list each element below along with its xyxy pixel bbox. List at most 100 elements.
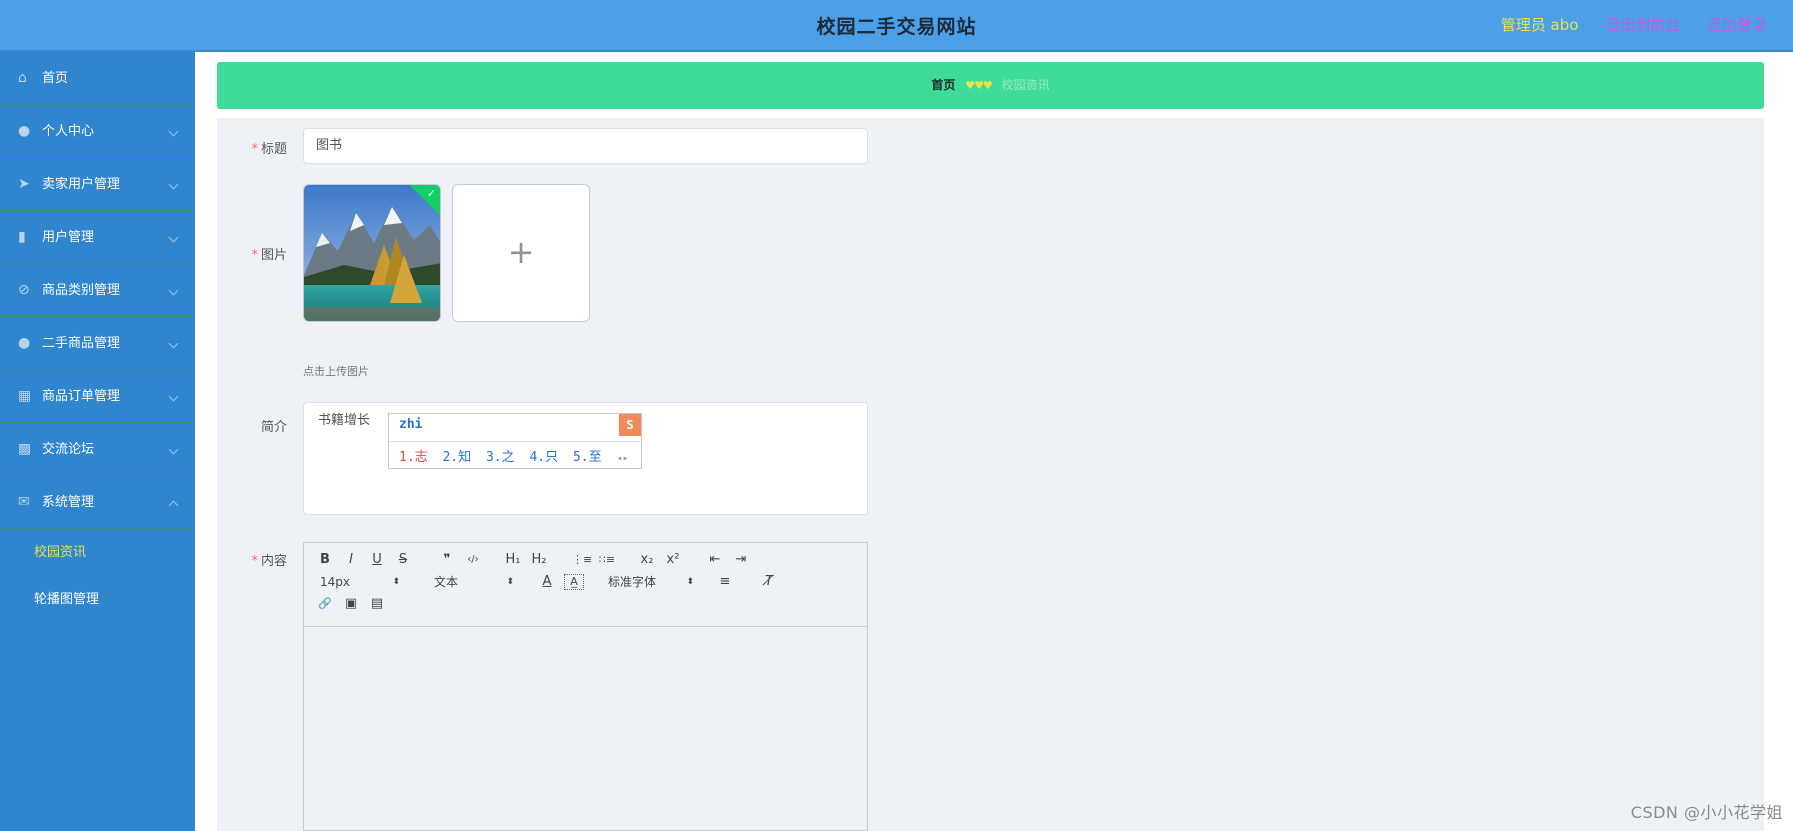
blockquote-button[interactable]: ❞: [438, 549, 456, 571]
sidebar-item-orders[interactable]: ▦ 商品订单管理: [0, 370, 195, 423]
toolbar-row: B I U S ❞ ‹/› H₁ H₂ ⋮≡ ∷≡ x₂ x² ⇤ ⇥: [314, 549, 857, 571]
required-mark: *: [251, 248, 258, 263]
link-button[interactable]: 🔗: [316, 593, 334, 615]
font-size-select[interactable]: 14px ⬍: [320, 571, 400, 593]
chevron-down-icon: [168, 444, 179, 455]
outdent-button[interactable]: ⇤: [706, 549, 724, 571]
bar-chart-icon: ▮: [18, 229, 26, 245]
user-icon: ●: [18, 335, 31, 351]
sidebar-item-system[interactable]: ✉ 系统管理: [0, 476, 195, 529]
chevron-up-icon: [168, 500, 179, 511]
editor-toolbar: B I U S ❞ ‹/› H₁ H₂ ⋮≡ ∷≡ x₂ x² ⇤ ⇥ 14px…: [304, 543, 867, 627]
apps-icon: ▩: [18, 441, 32, 457]
sidebar-item-label: 商品订单管理: [42, 389, 121, 404]
breadcrumb-home[interactable]: 首页: [931, 78, 955, 92]
sogou-logo-icon: S: [619, 414, 641, 436]
sidebar-item-label: 用户管理: [42, 230, 95, 245]
sidebar-subitem-campus-news[interactable]: 校园资讯: [0, 529, 195, 576]
sidebar-item-personal-center[interactable]: ● 个人中心: [0, 105, 195, 158]
ime-candidate[interactable]: 3.之: [486, 450, 515, 465]
sidebar-item-label: 首页: [42, 71, 69, 86]
sidebar-item-label: 交流论坛: [42, 442, 95, 457]
sidebar: ⌂ 首页 ● 个人中心 ➤ 卖家用户管理 ▮ 用户管理 ⊘ 商品类别管理 ● 二…: [0, 52, 195, 831]
csdn-watermark: CSDN @小小花学姐: [1630, 803, 1783, 822]
chevron-down-icon: [168, 391, 179, 402]
chevron-down-icon: [168, 232, 179, 243]
admin-username: 管理员 abo: [1500, 16, 1579, 34]
italic-button[interactable]: I: [342, 549, 360, 571]
ime-candidate-window: zhi S 1.志 2.知 3.之 4.只 5.至 ◂▸: [388, 413, 642, 469]
select-arrow-icon: ⬍: [506, 577, 514, 587]
sidebar-item-label: 卖家用户管理: [42, 177, 121, 192]
ime-page-arrows-icon[interactable]: ◂▸: [616, 453, 628, 464]
block-format-select[interactable]: 文本 ⬍: [434, 571, 514, 593]
logout-link[interactable]: 退出登录: [1707, 16, 1767, 34]
font-family-select[interactable]: 标准字体 ⬍: [608, 571, 694, 593]
upload-tip: 点击上传图片: [303, 365, 369, 378]
ime-candidate[interactable]: 5.至: [573, 450, 602, 465]
breadcrumb: 首页 ♥♥♥ 校园资讯: [217, 62, 1764, 109]
background-color-button[interactable]: A̲: [564, 574, 584, 590]
toolbar-row: 14px ⬍ 文本 ⬍ A A̲ 标准字体 ⬍ ≡ T̸: [314, 571, 857, 593]
underline-button[interactable]: U: [368, 549, 386, 571]
image-button[interactable]: ▣: [342, 593, 360, 615]
user-icon: ●: [18, 123, 31, 139]
bullet-list-button[interactable]: ∷≡: [598, 549, 616, 571]
heart-separator-icon: ♥♥♥: [965, 79, 993, 92]
main-content: 首页 ♥♥♥ 校园资讯 * 标题 图书 * 图片 ✓ + 点击上传图片 简介 书…: [195, 52, 1793, 831]
header-2-button[interactable]: H₂: [530, 549, 548, 571]
sidebar-item-forum[interactable]: ▩ 交流论坛: [0, 423, 195, 476]
font-color-button[interactable]: A: [538, 571, 556, 593]
upload-image-button[interactable]: +: [452, 184, 590, 322]
ime-candidate[interactable]: 1.志: [399, 450, 428, 465]
title-input[interactable]: 图书: [303, 128, 868, 164]
sidebar-subitem-carousel[interactable]: 轮播图管理: [0, 576, 195, 623]
mountain-lake-image: [304, 185, 440, 321]
title-label: * 标题: [251, 142, 287, 157]
rich-text-editor: B I U S ❞ ‹/› H₁ H₂ ⋮≡ ∷≡ x₂ x² ⇤ ⇥ 14px…: [303, 542, 868, 831]
bold-button[interactable]: B: [316, 549, 334, 571]
align-button[interactable]: ≡: [716, 571, 734, 593]
chevron-down-icon: [168, 179, 179, 190]
form-panel: * 标题 图书 * 图片 ✓ + 点击上传图片 简介 书籍增长 zhi S 1.…: [217, 118, 1764, 831]
ime-candidate[interactable]: 4.只: [529, 450, 558, 465]
top-header: 校园二手交易网站 管理员 abo 退出到前台 退出登录: [0, 0, 1793, 52]
editor-content-area[interactable]: [304, 627, 867, 830]
header-1-button[interactable]: H₁: [504, 549, 522, 571]
sidebar-item-users[interactable]: ▮ 用户管理: [0, 211, 195, 264]
code-block-button[interactable]: ‹/›: [464, 549, 482, 571]
sidebar-item-seller-users[interactable]: ➤ 卖家用户管理: [0, 158, 195, 211]
uploaded-image-thumbnail[interactable]: ✓: [303, 184, 441, 322]
home-icon: ⌂: [18, 70, 27, 86]
grid-icon: ▦: [18, 388, 32, 404]
subscript-button[interactable]: x₂: [638, 549, 656, 571]
check-icon: ✓: [426, 187, 436, 200]
ime-pinyin: zhi: [399, 417, 423, 432]
back-to-front-link[interactable]: 退出到前台: [1605, 16, 1680, 34]
mail-icon: ✉: [18, 494, 30, 510]
breadcrumb-current: 校园资讯: [1001, 78, 1050, 92]
required-mark: *: [251, 554, 258, 569]
select-arrow-icon: ⬍: [392, 577, 400, 587]
header-actions: 管理员 abo 退出到前台 退出登录: [1479, 14, 1767, 35]
sidebar-item-label: 二手商品管理: [42, 336, 121, 351]
required-mark: *: [251, 142, 258, 157]
clean-format-button[interactable]: T̸: [760, 571, 778, 593]
paper-plane-icon: ➤: [18, 176, 30, 192]
sidebar-item-categories[interactable]: ⊘ 商品类别管理: [0, 264, 195, 317]
superscript-button[interactable]: x²: [664, 549, 682, 571]
chevron-down-icon: [168, 285, 179, 296]
ime-candidate[interactable]: 2.知: [442, 450, 471, 465]
toolbar-row: 🔗 ▣ ▤: [314, 593, 857, 615]
strikethrough-button[interactable]: S: [394, 549, 412, 571]
sidebar-item-label: 系统管理: [42, 495, 95, 510]
video-button[interactable]: ▤: [368, 593, 386, 615]
sidebar-item-products[interactable]: ● 二手商品管理: [0, 317, 195, 370]
indent-button[interactable]: ⇥: [732, 549, 750, 571]
select-arrow-icon: ⬍: [686, 577, 694, 587]
chevron-down-icon: [168, 126, 179, 137]
sidebar-item-label: 商品类别管理: [42, 283, 121, 298]
ordered-list-button[interactable]: ⋮≡: [572, 549, 592, 571]
sidebar-item-home[interactable]: ⌂ 首页: [0, 52, 195, 105]
image-label: * 图片: [251, 248, 287, 263]
